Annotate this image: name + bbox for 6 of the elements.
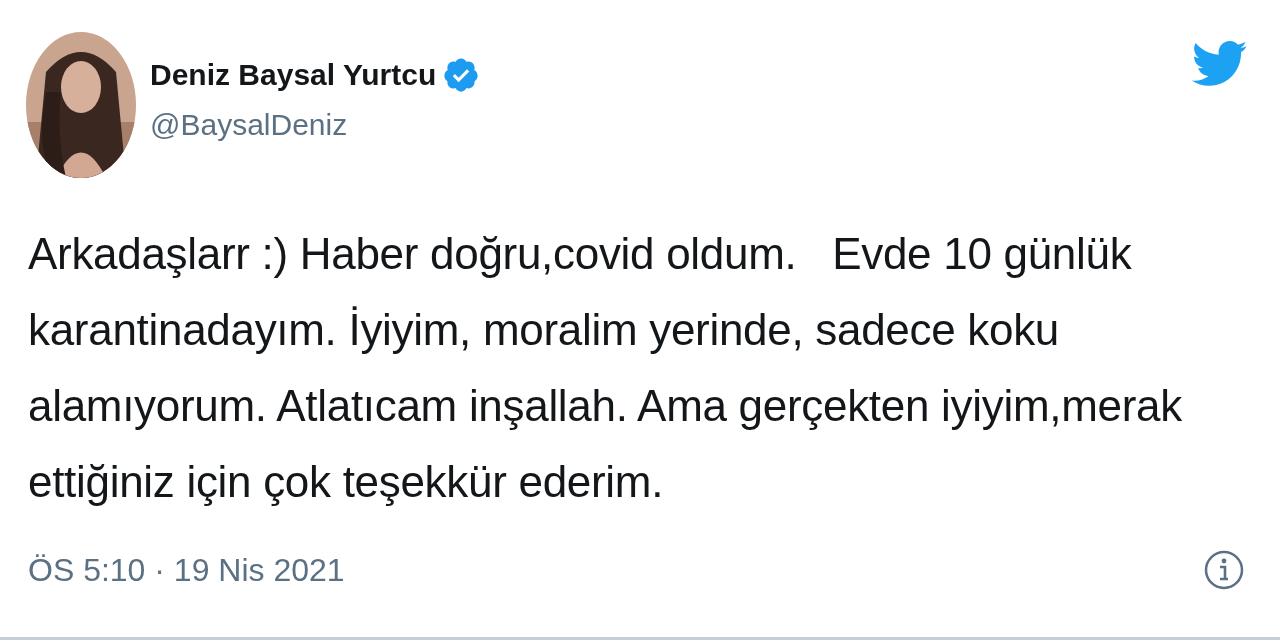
tweet-text: Arkadaşlarr :) Haber doğru,covid oldum. Evde 10 günlük karantinadayım. İyiyim, moralim yerinde, sadece koku alamıyorum. Atlatıcam inşallah. Ama gerçekten iyiyim,merak ettiğiniz için çok teşekkür ederim. [28,228,1183,508]
bird-logo-icon[interactable] [1192,40,1248,88]
tweet-timestamp[interactable]: ÖS 5:10 · 19 Nis 2021 [28,551,345,589]
author-handle[interactable]: @BaysalDeniz [150,108,1192,142]
author-name[interactable]: Deniz Baysal Yurtcu [150,58,437,92]
info-icon[interactable] [1204,550,1244,590]
